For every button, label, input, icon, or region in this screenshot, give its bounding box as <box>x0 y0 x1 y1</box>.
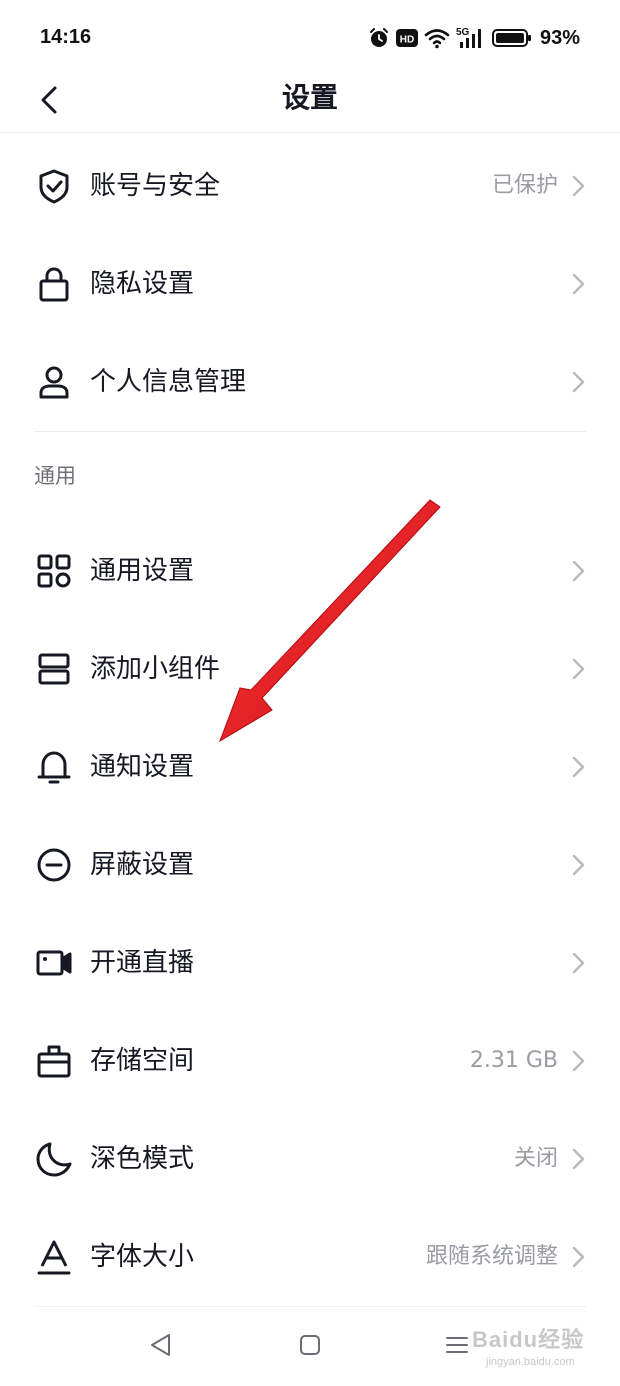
settings-row-storage[interactable]: 存储空间 2.31 GB <box>0 1012 620 1110</box>
section-title: 通用 <box>34 464 76 488</box>
watermark-logo: Baidu经验 <box>472 1327 585 1352</box>
moon-icon <box>34 1139 74 1179</box>
page-title: 设置 <box>281 81 338 114</box>
chevron-right-icon <box>572 1246 585 1268</box>
row-label: 通知设置 <box>90 752 195 782</box>
row-label: 隐私设置 <box>90 269 195 299</box>
settings-row-account-security[interactable]: 账号与安全 已保护 <box>0 137 620 235</box>
settings-row-dark-mode[interactable]: 深色模式 关闭 <box>0 1110 620 1208</box>
settings-row-privacy[interactable]: 隐私设置 <box>0 235 620 333</box>
system-home-icon[interactable] <box>295 1330 325 1360</box>
bell-icon <box>34 747 74 787</box>
watermark-url: jingyan.baidu.com <box>486 1356 575 1368</box>
network-type-text: 5G <box>456 27 470 38</box>
battery-icon <box>491 29 531 47</box>
chevron-right-icon <box>572 756 585 778</box>
chevron-right-icon <box>572 175 585 197</box>
chevron-right-icon <box>572 273 585 295</box>
settings-row-general[interactable]: 通用设置 <box>0 522 620 620</box>
person-icon <box>34 362 74 402</box>
status-icons: HD 5G 93% <box>368 24 580 52</box>
row-label: 通用设置 <box>90 556 195 586</box>
lock-icon <box>34 264 74 304</box>
row-value: 跟随系统调整 <box>425 1244 558 1269</box>
alarm-icon <box>369 28 388 47</box>
row-label: 深色模式 <box>90 1144 195 1174</box>
row-label: 字体大小 <box>90 1242 195 1272</box>
storage-box-icon <box>34 1041 74 1081</box>
settings-row-personal-info[interactable]: 个人信息管理 <box>0 333 620 431</box>
chevron-right-icon <box>572 1148 585 1170</box>
settings-row-notification[interactable]: 通知设置 <box>0 718 620 816</box>
chevron-right-icon <box>572 952 585 974</box>
video-camera-icon <box>34 943 74 983</box>
row-label: 开通直播 <box>90 948 195 978</box>
chevron-right-icon <box>572 854 585 876</box>
status-bar: 14:16 HD 5G 93% <box>0 0 620 76</box>
wifi-icon <box>424 29 450 49</box>
row-value: 已保护 <box>491 173 558 198</box>
widget-icon <box>34 649 74 689</box>
shield-check-icon <box>34 166 74 206</box>
status-time: 14:16 <box>40 26 92 48</box>
settings-list: 账号与安全 已保护 隐私设置 个人信息管理 通用 通用设置 添加小组件 通知设置… <box>0 137 620 1307</box>
chevron-right-icon <box>572 560 585 582</box>
minus-circle-icon <box>34 845 74 885</box>
row-label: 账号与安全 <box>90 171 221 201</box>
hd-badge-icon: HD <box>395 29 418 47</box>
hd-badge-text: HD <box>400 35 414 46</box>
row-label: 添加小组件 <box>90 654 221 684</box>
row-label: 个人信息管理 <box>90 367 247 397</box>
header-bar: 设置 <box>0 66 620 133</box>
row-label: 存储空间 <box>90 1046 195 1076</box>
battery-percent: 93% <box>539 26 580 49</box>
row-value: 关闭 <box>513 1146 558 1171</box>
system-back-icon[interactable] <box>145 1330 175 1360</box>
cellular-signal-icon: 5G <box>456 27 481 48</box>
system-menu-icon[interactable] <box>442 1330 472 1360</box>
settings-row-live[interactable]: 开通直播 <box>0 914 620 1012</box>
chevron-right-icon <box>572 371 585 393</box>
row-label: 屏蔽设置 <box>90 850 195 880</box>
font-size-icon <box>34 1237 74 1277</box>
settings-row-font-size[interactable]: 字体大小 跟随系统调整 <box>0 1208 620 1306</box>
settings-row-add-widget[interactable]: 添加小组件 <box>0 620 620 718</box>
chevron-right-icon <box>572 658 585 680</box>
chevron-right-icon <box>572 1050 585 1072</box>
grid-icon <box>34 551 74 591</box>
row-value: 2.31 GB <box>469 1048 558 1073</box>
section-header-general: 通用 <box>0 432 620 522</box>
settings-row-block[interactable]: 屏蔽设置 <box>0 816 620 914</box>
